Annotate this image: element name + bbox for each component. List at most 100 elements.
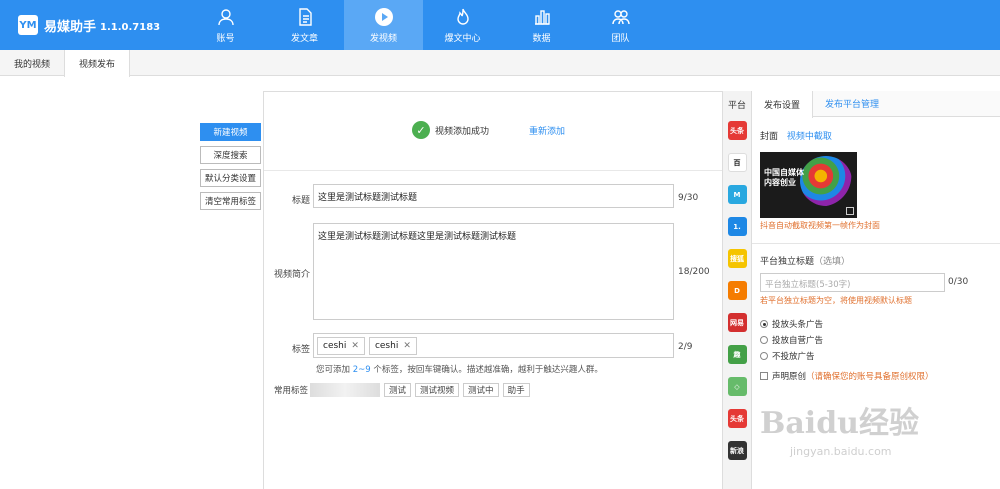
divider [752, 243, 1000, 244]
platform-icon[interactable]: ◇ [727, 377, 747, 396]
platform-title: 平台 [727, 100, 746, 111]
success-message: 视频添加成功 [435, 126, 490, 137]
ad-option-toutiao[interactable]: 投放头条广告 [760, 318, 823, 330]
nav-label: 数据 [532, 34, 551, 44]
platform-icon[interactable]: 新浪 [727, 441, 747, 460]
tags-label: 标签 [291, 345, 310, 355]
radio-icon [760, 320, 768, 328]
platform-column: 平台 头条百 M 1. 搜狐 D 网易趣 ◇ 头条 新浪 [722, 91, 752, 489]
platform-icon[interactable]: 1. [727, 217, 747, 236]
clear-common-tags-button[interactable]: 清空常用标签 [200, 192, 261, 210]
title-input[interactable]: 这里是测试标题测试标题 [313, 184, 674, 208]
tab-platform-manage[interactable]: 发布平台管理 [813, 91, 891, 116]
close-icon[interactable]: ✕ [403, 341, 411, 351]
radio-icon [760, 352, 768, 360]
nav-data[interactable]: 数据 [502, 0, 581, 50]
close-icon[interactable]: ✕ [351, 341, 359, 351]
default-category-button[interactable]: 默认分类设置 [200, 169, 261, 187]
nav-account[interactable]: 账号 [186, 0, 265, 50]
tree-graphic [800, 156, 852, 206]
tab-my-videos[interactable]: 我的视频 [0, 50, 64, 76]
original-checkbox[interactable]: 声明原创 （请确保您的账号具备原创权限） [760, 370, 934, 382]
thumbnail-text: 中国自媒体 内容创业 [764, 168, 804, 187]
play-icon [374, 8, 393, 26]
ad-option-none[interactable]: 不投放广告 [760, 350, 815, 362]
nav-video[interactable]: 发视频 [344, 0, 423, 50]
platform-icon[interactable]: D [727, 281, 747, 300]
title-label: 标题 [291, 196, 310, 206]
platform-icon[interactable]: 百 [727, 153, 747, 172]
capture-from-video-link[interactable]: 视频中截取 [787, 132, 832, 142]
main-nav: 账号 发文章 发视频 爆文中心 数据 团队 [186, 0, 660, 50]
ad-option-self[interactable]: 投放自营广告 [760, 334, 823, 346]
team-icon [611, 10, 630, 25]
tags-counter: 2/9 [678, 342, 693, 352]
platform-title-counter: 0/30 [948, 277, 969, 287]
radio-icon [760, 336, 768, 344]
platform-title-input[interactable]: 平台独立标题(5-30字) [760, 273, 945, 292]
common-tags: 常用标签 测试 测试视频 测试中 助手 [274, 383, 530, 397]
nav-label: 团队 [611, 34, 630, 44]
platform-icon[interactable]: M [727, 185, 747, 204]
nav-hot[interactable]: 爆文中心 [423, 0, 502, 50]
radio-label: 投放头条广告 [772, 320, 824, 330]
nav-label: 发文章 [290, 34, 318, 44]
radio-label: 投放自营广告 [772, 336, 824, 346]
radio-label: 不投放广告 [772, 352, 815, 362]
platform-icon[interactable]: 头条 [727, 121, 747, 140]
description-textarea[interactable]: 这里是测试标题测试标题这里是测试标题测试标题 [313, 223, 674, 320]
platform-title-note: 若平台独立标题为空，将使用视频默认标题 [760, 296, 912, 305]
tag-text: ceshi [323, 340, 347, 351]
sub-title-label: 平台独立标题 [760, 257, 815, 267]
cover-label: 封面 [760, 132, 779, 142]
platform-icon[interactable]: 趣 [727, 345, 747, 364]
left-actions: 新建视频 深度搜索 默认分类设置 清空常用标签 [200, 123, 262, 215]
cover-thumbnail[interactable]: 中国自媒体 内容创业 [760, 152, 857, 218]
new-video-button[interactable]: 新建视频 [200, 123, 261, 141]
nav-label: 账号 [216, 34, 235, 44]
tag-text: ceshi [374, 340, 399, 351]
divider [264, 170, 723, 171]
title-counter: 9/30 [678, 193, 699, 203]
common-tag[interactable]: 测试视频 [415, 383, 460, 397]
expand-icon[interactable] [846, 207, 854, 215]
readd-link[interactable]: 重新添加 [529, 124, 565, 137]
watermark-url: jingyan.baidu.com [790, 445, 892, 458]
platform-icon[interactable]: 网易 [727, 313, 747, 332]
cover-note: 抖音自动截取视频第一帧作为封面 [760, 221, 880, 230]
app-version: 1.1.0.7183 [100, 22, 161, 33]
tab-publish-settings[interactable]: 发布设置 [752, 91, 814, 118]
brand: YM 易媒助手 1.1.0.7183 [18, 13, 160, 37]
original-warning: （请确保您的账号具备原创权限） [806, 372, 934, 382]
nav-article[interactable]: 发文章 [265, 0, 344, 50]
top-bar: YM 易媒助手 1.1.0.7183 账号 发文章 发视频 爆文中心 数据 团队 [0, 0, 1000, 50]
nav-team[interactable]: 团队 [581, 0, 660, 50]
document-icon [298, 8, 312, 26]
nav-label: 爆文中心 [444, 34, 481, 44]
settings-tabs: 发布设置 发布平台管理 [752, 91, 1000, 118]
common-tag[interactable]: 测试 [384, 383, 412, 397]
hint-range: 2~9 [352, 365, 371, 375]
tag-chip[interactable]: ceshi ✕ [317, 336, 365, 355]
tags-input[interactable]: ceshi ✕ ceshi ✕ [313, 333, 674, 358]
app-name: 易媒助手 [44, 19, 97, 35]
sub-tabs: 我的视频 视频发布 [0, 50, 1000, 77]
hint-suffix: 个标签，按回车键确认。描述越准确，越利于触达兴趣人群。 [373, 365, 603, 375]
nav-label: 发视频 [369, 34, 397, 44]
common-tag[interactable]: 助手 [502, 383, 530, 397]
deep-search-button[interactable]: 深度搜索 [200, 146, 261, 164]
app-logo-icon: YM [18, 15, 38, 35]
common-tags-label: 常用标签 [274, 386, 309, 396]
platform-icon[interactable]: 搜狐 [727, 249, 747, 268]
watermark-logo: Baidu经验 [760, 406, 919, 441]
sub-title-heading: 平台独立标题（选填） [760, 254, 850, 267]
hint-prefix: 您可添加 [316, 365, 351, 375]
platform-icon[interactable]: 头条 [727, 409, 747, 428]
blurred-tags [310, 383, 381, 397]
tag-chip[interactable]: ceshi ✕ [368, 336, 417, 355]
user-icon [217, 9, 234, 26]
video-form: ✓ 视频添加成功 重新添加 标题 这里是测试标题测试标题 9/30 视频简介 这… [263, 91, 723, 489]
cover-row: 封面 视频中截取 [760, 129, 832, 142]
tab-video-publish[interactable]: 视频发布 [64, 50, 131, 77]
common-tag[interactable]: 测试中 [463, 383, 499, 397]
